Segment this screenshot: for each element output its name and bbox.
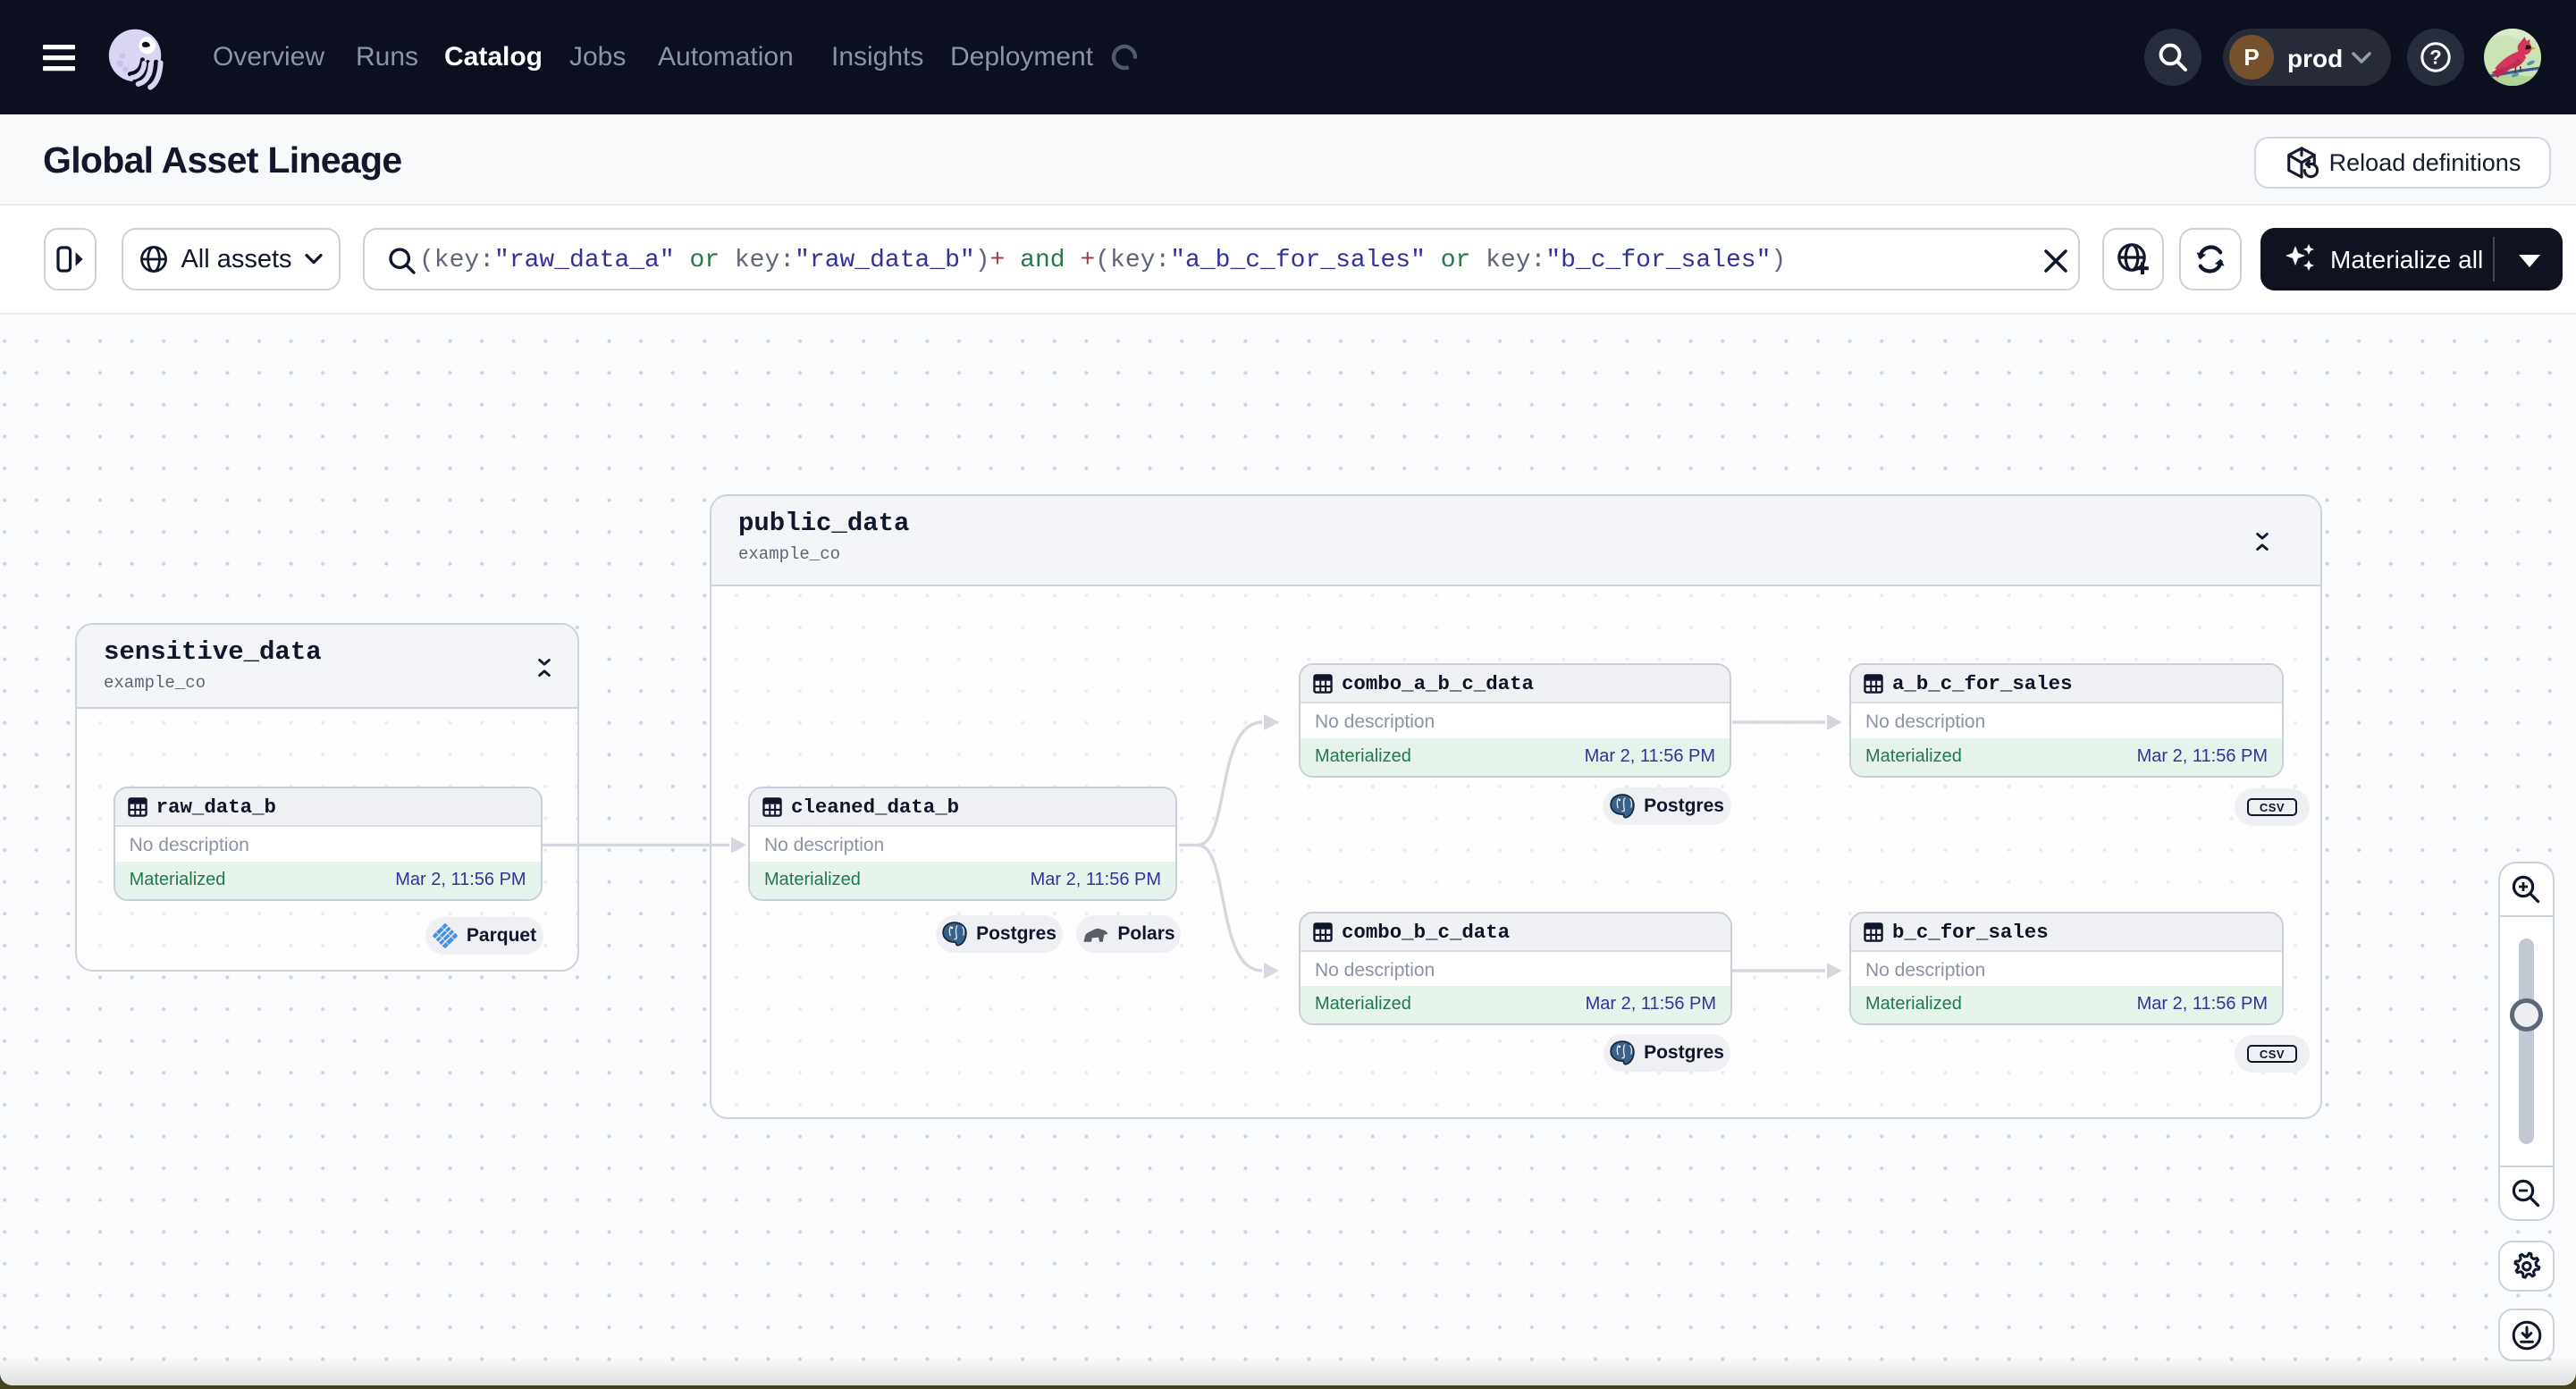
svg-text:?: ? xyxy=(2429,46,2441,69)
